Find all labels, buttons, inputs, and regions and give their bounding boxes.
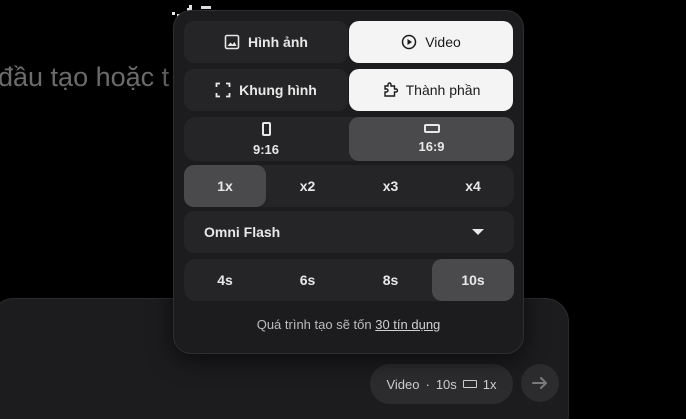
aspect-ratio-16-9-label: 16:9 [418, 139, 445, 154]
portrait-rect-icon [261, 121, 271, 136]
model-select-value: Omni Flash [204, 224, 281, 240]
count-option-x4[interactable]: x4 [432, 165, 514, 207]
aspect-ratio-selector: 9:16 16:9 [184, 117, 514, 161]
aspect-ratio-9-16[interactable]: 9:16 [184, 117, 348, 161]
play-circle-icon [401, 34, 417, 50]
credit-cost-note: Quá trình tạo sẽ tốn 30 tín dụng [174, 317, 523, 332]
duration-option-10s[interactable]: 10s [432, 259, 514, 301]
component-icon [383, 82, 398, 97]
tab-image[interactable]: Hình ảnh [184, 21, 348, 63]
tab-frame-label: Khung hình [239, 82, 317, 98]
credit-cost-text: Quá trình tạo sẽ tốn [256, 317, 372, 332]
image-icon [224, 34, 240, 50]
count-selector: 1x x2 x3 x4 [184, 165, 514, 207]
tab-frame[interactable]: Khung hình [184, 69, 348, 111]
landscape-rect-icon [423, 124, 440, 133]
summary-count: 1x [482, 376, 497, 392]
duration-selector: 4s 6s 8s 10s [184, 259, 514, 301]
generation-settings-popup: Hình ảnh Video Khung hình Thành phần 9:1… [173, 10, 524, 354]
count-option-x3[interactable]: x3 [349, 165, 432, 207]
summary-separator: · [425, 376, 430, 392]
prompt-placeholder: đầu tạo hoặc t [0, 62, 170, 92]
screen: đầu tạo hoặc t Video · 10s 1x Hình ảnh V… [0, 0, 686, 419]
duration-option-8s[interactable]: 8s [349, 259, 432, 301]
summary-duration: 10s [435, 376, 457, 392]
tab-video[interactable]: Video [349, 21, 513, 63]
frame-icon [215, 82, 231, 98]
aspect-ratio-16-9[interactable]: 16:9 [349, 117, 514, 161]
duration-option-6s[interactable]: 6s [266, 259, 349, 301]
count-option-1x[interactable]: 1x [184, 165, 266, 207]
settings-summary-pill[interactable]: Video · 10s 1x [370, 364, 513, 404]
send-button[interactable] [521, 364, 559, 402]
credit-cost-link[interactable]: 30 tín dụng [375, 317, 440, 332]
tab-video-label: Video [425, 34, 461, 50]
arrow-right-icon [532, 377, 547, 389]
aspect-ratio-9-16-label: 9:16 [252, 141, 280, 157]
tab-image-label: Hình ảnh [248, 34, 308, 50]
count-option-x2[interactable]: x2 [266, 165, 349, 207]
caret-down-icon [472, 229, 484, 235]
summary-type: Video [386, 376, 420, 392]
tab-component[interactable]: Thành phần [349, 69, 513, 111]
landscape-rect-icon [462, 380, 477, 388]
tab-component-label: Thành phần [405, 82, 481, 98]
model-select[interactable]: Omni Flash [184, 211, 514, 253]
duration-option-4s[interactable]: 4s [184, 259, 266, 301]
